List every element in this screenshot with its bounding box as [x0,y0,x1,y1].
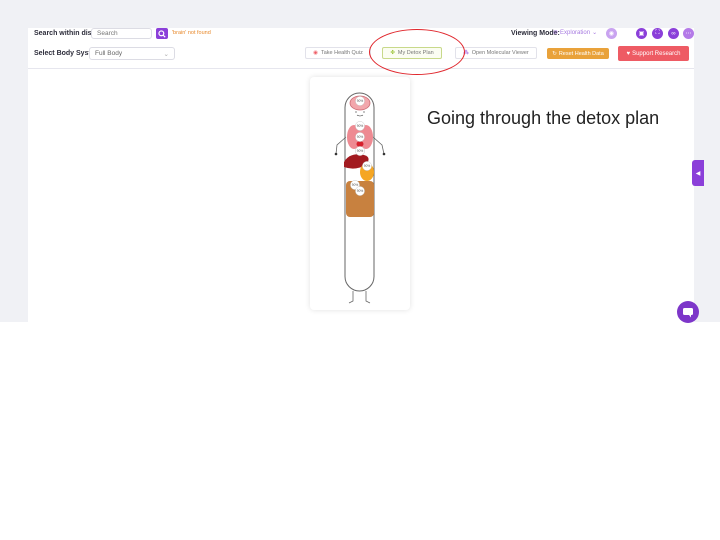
heart-organ[interactable] [356,141,364,147]
organ-health-badge: 90% [355,146,365,156]
chat-button[interactable] [677,301,699,323]
body-diagram: 90% 90% 90% 90% 90% 90% 90% [334,92,386,304]
organ-health-badge: 90% [362,161,372,171]
mouth [356,114,364,117]
take-health-quiz-label: Take Health Quiz [320,50,363,56]
viewing-mode-value: Exploration [560,29,591,36]
reset-health-data-label: Reset Health Data [558,50,604,57]
viewing-mode-select[interactable]: ⊘ Exploration ⌄ [553,29,598,37]
link-icon[interactable]: ∞ [668,28,679,39]
open-molecular-viewer-button[interactable]: ⁂ Open Molecular Viewer [455,47,537,59]
organ-health-badge: 90% [355,121,365,131]
svg-text:90%: 90% [357,99,364,103]
side-panel-toggle[interactable]: ◀ [692,160,704,186]
body-system-value: Full Body [95,50,123,57]
annotation-text: Going through the detox plan [427,108,660,128]
search-status: 'brain' not found [172,30,211,36]
svg-text:90%: 90% [357,135,364,139]
left-eye [355,111,357,113]
top-toolbar: Search within display 'brain' not found … [28,28,694,69]
left-hand [334,152,338,156]
search-input[interactable] [91,28,152,39]
mode-toggle-icon[interactable]: ◉ [606,28,617,39]
svg-text:90%: 90% [352,183,359,187]
fullscreen-icon[interactable]: ⛶ [652,28,663,39]
right-eye [363,111,365,113]
organ-health-badge: 90% [355,186,365,196]
svg-text:90%: 90% [364,164,371,168]
chevron-left-icon: ◀ [695,170,701,177]
open-molecular-viewer-label: Open Molecular Viewer [471,50,529,56]
organ-health-badge: 90% [355,96,365,106]
quiz-icon: ◉ [313,50,318,56]
left-leg [348,291,354,304]
compass-icon: ⊘ [553,30,559,36]
heart-icon: ♥ [626,50,631,57]
more-icon[interactable]: ⋯ [683,28,694,39]
right-hand [382,152,386,156]
chat-icon [683,307,693,317]
app-window: Search within display 'brain' not found … [0,0,720,322]
chevron-down-icon: ⌄ [163,50,169,58]
support-research-button[interactable]: ♥ Support Research [618,46,689,61]
body-system-select[interactable]: Full Body ⌄ [89,47,175,60]
take-health-quiz-button[interactable]: ◉ Take Health Quiz [305,47,371,59]
search-button[interactable] [156,28,168,39]
chevron-down-icon: ⌄ [592,30,598,36]
organ-health-badge: 90% [355,132,365,142]
body-diagram-card: 90% 90% 90% 90% 90% 90% 90% [310,77,410,310]
reset-icon: ↻ [552,50,557,57]
right-leg [365,291,371,304]
tv-icon[interactable]: ▣ [636,28,647,39]
svg-text:90%: 90% [357,124,364,128]
reset-health-data-button[interactable]: ↻ Reset Health Data [547,48,609,59]
highlight-oval [369,29,465,75]
svg-text:90%: 90% [357,189,364,193]
support-research-label: Support Research [632,50,681,57]
right-arm [372,136,385,155]
svg-text:90%: 90% [357,149,364,153]
search-icon [158,29,166,38]
